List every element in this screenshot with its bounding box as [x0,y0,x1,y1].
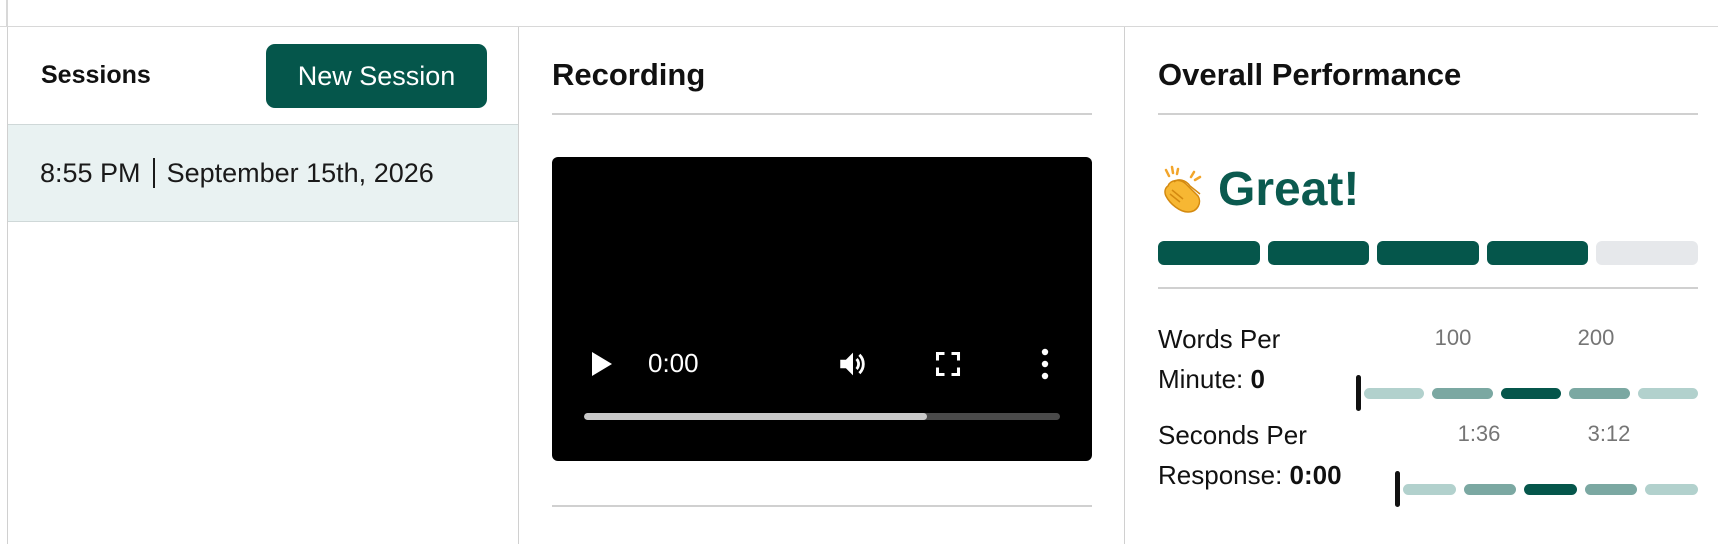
metric-scale-segment [1403,484,1456,495]
recording-panel: Recording 0:00 [519,27,1125,544]
fullscreen-icon[interactable] [934,350,962,378]
sessions-panel: Sessions New Session 8:55 PM September 15… [7,27,519,544]
metric-label-line1: Words Per [1158,324,1281,354]
metric-tick-label-1: 100 [1434,325,1472,350]
sessions-header: Sessions New Session [8,27,518,124]
metric-scale-segment [1364,388,1425,399]
metric-marker [1395,471,1400,507]
performance-divider-middle [1158,287,1698,289]
play-icon[interactable] [592,352,612,376]
video-progress-fill [584,413,927,420]
top-bar [0,0,1718,27]
session-time: 8:55 PM [40,158,141,188]
rating-segment [1158,241,1260,265]
performance-divider-top [1158,113,1698,115]
metric-label: Seconds Per Response: 0:00 [1158,415,1342,495]
clapping-hands-icon [1164,165,1202,213]
recording-divider-bottom [552,505,1092,507]
metric-scale-segment [1432,388,1493,399]
volume-icon[interactable] [836,347,870,381]
video-time: 0:00 [648,348,699,378]
metric-words-per-minute: Words Per Minute: 0 100 200 [1158,319,1699,411]
rating-segment [1596,241,1698,265]
metric-tick-label-1: 1:36 [1457,421,1501,446]
sessions-title: Sessions [41,61,151,89]
metric-scale-segment [1500,388,1562,399]
rating: Great! [1156,162,1359,217]
rating-segment [1377,241,1479,265]
metric-label-line1: Seconds Per [1158,420,1307,450]
rating-segment [1267,241,1370,265]
metric-label-line2: Response: [1158,460,1283,490]
session-list-item[interactable]: 8:55 PM September 15th, 2026 [8,124,518,222]
metric-value: 0:00 [1289,460,1342,490]
metric-label: Words Per Minute: 0 [1158,319,1280,399]
metric-scale-segment [1584,484,1638,495]
more-options-icon[interactable] [1041,348,1049,380]
video-progress-bar[interactable] [584,413,1060,420]
metric-scale [1403,484,1698,495]
new-session-button[interactable]: New Session [266,44,487,108]
metric-scale-segment [1569,388,1630,399]
performance-panel: Overall Performance Great! Words Per Min… [1126,27,1718,544]
recording-title: Recording [552,57,706,92]
rating-meter [1158,241,1698,265]
metric-scale [1364,388,1699,399]
performance-title: Overall Performance [1158,57,1462,92]
video-player[interactable]: 0:00 [552,157,1092,461]
metric-tick-label-2: 200 [1577,325,1615,350]
metric-scale-segment [1637,388,1699,399]
metric-scale-segment [1463,484,1517,495]
metric-seconds-per-response: Seconds Per Response: 0:00 1:36 3:12 [1158,415,1698,507]
session-separator [152,158,155,188]
metric-scale-segment [1645,484,1698,495]
session-item-text: 8:55 PM September 15th, 2026 [40,158,434,189]
session-date: September 15th, 2026 [166,158,434,188]
rating-label: Great! [1218,163,1360,216]
rating-segment [1486,241,1589,265]
metric-label-line2: Minute: [1158,364,1244,394]
metric-value: 0 [1250,364,1265,394]
metric-marker [1356,375,1361,411]
recording-divider-top [552,113,1092,115]
metric-tick-label-2: 3:12 [1587,421,1631,446]
metric-scale-segment [1524,484,1577,495]
top-bar-divider [6,0,8,26]
